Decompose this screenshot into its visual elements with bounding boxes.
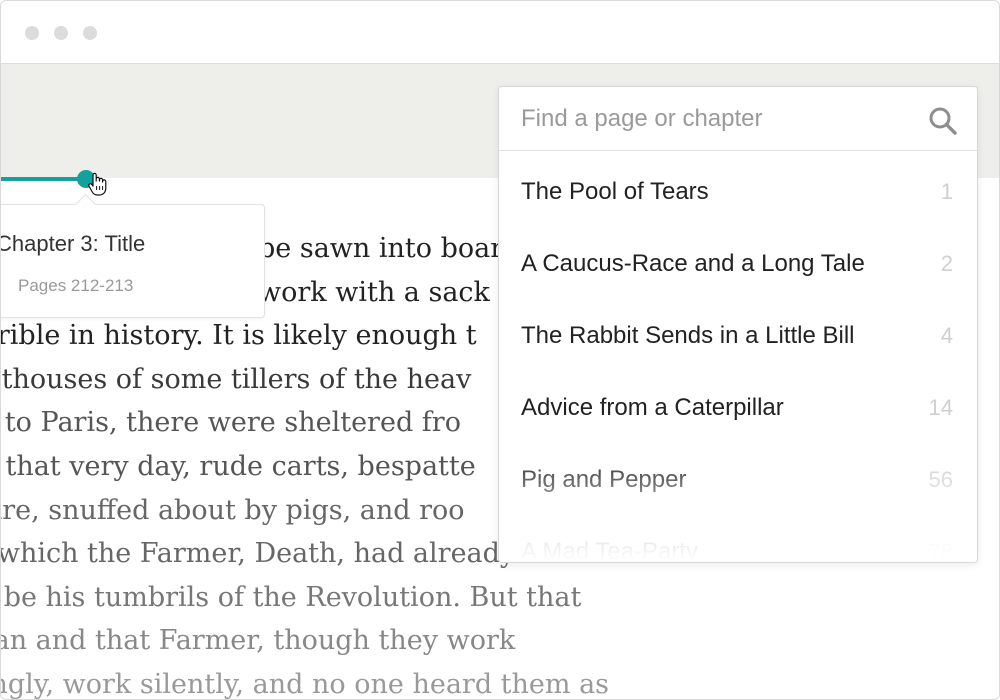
minimize-window-button[interactable]	[54, 26, 68, 40]
result-chapter-title: Pig and Pepper	[521, 466, 687, 493]
text-line: to be his tumbrils of the Revolution. Bu…	[0, 581, 582, 613]
search-results-list: The Pool of Tears 1 A Caucus-Race and a …	[499, 152, 977, 563]
result-page-number: 78	[928, 539, 953, 563]
result-page-number: 4	[940, 323, 953, 348]
tooltip-page-range: Pages 212-213	[18, 276, 134, 295]
search-result-item[interactable]: Pig and Pepper 56	[499, 440, 977, 512]
result-page-number: 14	[928, 395, 953, 420]
search-icon[interactable]	[927, 105, 959, 137]
result-page-number: 2	[940, 251, 953, 276]
result-chapter-title: A Caucus-Race and a Long Tale	[521, 250, 865, 277]
title-bar	[1, 1, 999, 64]
search-result-item[interactable]: A Caucus-Race and a Long Tale 2	[499, 224, 977, 296]
tooltip-chapter-title: Chapter 3: Title	[0, 231, 146, 256]
result-page-number: 56	[928, 467, 953, 492]
hand-cursor-icon	[88, 172, 107, 196]
app-window: be sawn into boar work with a sack a err…	[0, 0, 1000, 700]
chapter-tooltip: Chapter 3: Title Pages 212-213	[0, 193, 265, 318]
reading-progress-bar[interactable]	[1, 177, 89, 181]
search-input[interactable]	[499, 87, 977, 151]
tooltip-arrow	[74, 193, 97, 216]
result-chapter-title: A Mad Tea-Party	[521, 538, 698, 563]
maximize-window-button[interactable]	[83, 26, 97, 40]
search-result-item[interactable]: The Pool of Tears 1	[499, 152, 977, 224]
close-window-button[interactable]	[25, 26, 39, 40]
result-chapter-title: The Rabbit Sends in a Little Bill	[521, 322, 855, 349]
chapter-search-panel: The Pool of Tears 1 A Caucus-Race and a …	[498, 86, 978, 563]
text-line: singly, work silently, and no one heard …	[0, 668, 610, 700]
result-page-number: 1	[940, 179, 953, 204]
search-result-item[interactable]: Advice from a Caterpillar 14	[499, 368, 977, 440]
result-chapter-title: The Pool of Tears	[521, 178, 709, 205]
search-result-item[interactable]: The Rabbit Sends in a Little Bill 4	[499, 296, 977, 368]
text-line: man and that Farmer, though they work	[0, 625, 516, 657]
result-chapter-title: Advice from a Caterpillar	[521, 394, 784, 421]
search-result-item[interactable]: A Mad Tea-Party 78	[499, 512, 977, 563]
